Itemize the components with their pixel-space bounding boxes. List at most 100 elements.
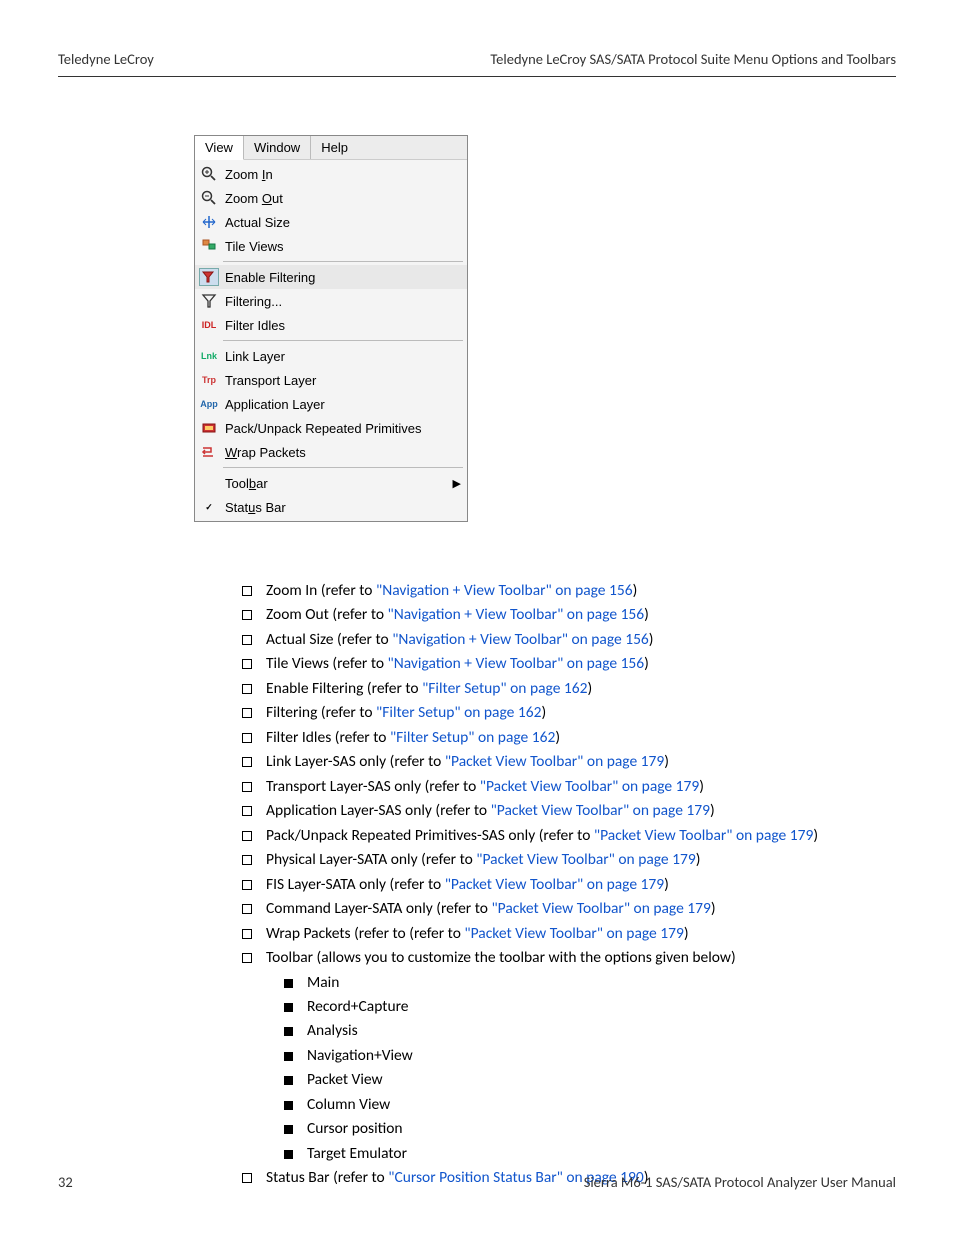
zoom-in-item[interactable]: Zoom In [195, 162, 467, 186]
wrap-packets-item[interactable]: Wrap Packets [195, 440, 467, 464]
cross-ref-link[interactable]: "Navigation + View Toolbar" on page 156 [392, 630, 649, 649]
sub-list-item: Analysis [284, 1020, 896, 1042]
pack-unpack-item[interactable]: Pack/Unpack Repeated Primitives [195, 416, 467, 440]
list-item-text: Wrap Packets (refer to (refer to "Packet… [266, 923, 896, 945]
cross-ref-link[interactable]: "Packet View Toolbar" on page 179 [594, 826, 813, 845]
list-item: Transport Layer-SAS only (refer to "Pack… [242, 776, 896, 798]
toolbar-submenu[interactable]: Toolbar▶ [195, 471, 467, 495]
cross-ref-link[interactable]: "Navigation + View Toolbar" on page 156 [388, 605, 645, 624]
filter-idles-icon: IDL [199, 316, 219, 334]
cross-ref-link[interactable]: "Packet View Toolbar" on page 179 [445, 752, 664, 771]
list-item-text: Physical Layer-SATA only (refer to "Pack… [266, 849, 896, 871]
list-item: Link Layer-SAS only (refer to "Packet Vi… [242, 751, 896, 773]
menu-tab-window[interactable]: Window [244, 136, 311, 159]
list-item-text: Zoom In (refer to "Navigation + View Too… [266, 580, 896, 602]
lnk-icon: Lnk [199, 347, 219, 365]
pack-unpack-item-label: Pack/Unpack Repeated Primitives [225, 421, 461, 436]
bullet-filled-icon [284, 1101, 293, 1110]
sub-item-text: Packet View [307, 1069, 383, 1091]
enable-filtering-icon [199, 268, 219, 286]
item-pre-text: Actual Size (refer to [266, 630, 392, 649]
cross-ref-link[interactable]: "Packet View Toolbar" on page 179 [491, 899, 710, 918]
sub-list: MainRecord+CaptureAnalysis Navigation+Vie… [284, 972, 896, 1166]
item-post-text: ) [633, 581, 638, 600]
cross-ref-link[interactable]: "Packet View Toolbar" on page 179 [476, 850, 695, 869]
cross-ref-link[interactable]: "Packet View Toolbar" on page 179 [480, 777, 699, 796]
list-item: Toolbar (allows you to customize the too… [242, 947, 896, 969]
toolbar-submenu-label: Toolbar [225, 476, 443, 491]
cross-ref-link[interactable]: "Filter Setup" on page 162 [422, 679, 587, 698]
cross-ref-link[interactable]: "Packet View Toolbar" on page 179 [464, 924, 683, 943]
enable-filtering-item[interactable]: Enable Filtering [195, 265, 467, 289]
list-item: Application Layer-SAS only (refer to "Pa… [242, 800, 896, 822]
item-pre-text: Toolbar (allows you to customize the too… [266, 948, 736, 967]
bullet-hollow-icon [242, 782, 252, 792]
link-layer-item-label: Link Layer [225, 349, 461, 364]
filtering-item[interactable]: Filtering... [195, 289, 467, 313]
item-pre-text: Command Layer-SATA only (refer to [266, 899, 491, 918]
sub-list-item: Main [284, 972, 896, 994]
list-item-text: Command Layer-SATA only (refer to "Packe… [266, 898, 896, 920]
zoom-out-icon [199, 189, 219, 207]
filter-idles-item-label: Filter Idles [225, 318, 461, 333]
sub-list-item: Record+Capture [284, 996, 896, 1018]
menu-tab-help[interactable]: Help [311, 136, 358, 159]
blank-icon [199, 474, 219, 492]
list-item-text: Filtering (refer to "Filter Setup" on pa… [266, 702, 896, 724]
item-post-text: ) [555, 728, 560, 747]
list-item: Actual Size (refer to "Navigation + View… [242, 629, 896, 651]
list-item: Command Layer-SATA only (refer to "Packe… [242, 898, 896, 920]
enable-filtering-item-label: Enable Filtering [225, 270, 461, 285]
sub-item-text: Navigation+View [307, 1045, 413, 1067]
wrap-icon [199, 443, 219, 461]
sub-item-text: Cursor position [307, 1118, 403, 1140]
bullet-hollow-icon [242, 659, 252, 669]
cross-ref-link[interactable]: "Filter Setup" on page 162 [390, 728, 555, 747]
item-post-text: ) [699, 777, 704, 796]
list-item: FIS Layer-SATA only (refer to "Packet Vi… [242, 874, 896, 896]
transport-layer-item[interactable]: TrpTransport Layer [195, 368, 467, 392]
item-pre-text: Wrap Packets (refer to (refer to [266, 924, 464, 943]
list-item-text: Application Layer-SAS only (refer to "Pa… [266, 800, 896, 822]
sub-list-item: Target Emulator [284, 1143, 896, 1165]
item-pre-text: Pack/Unpack Repeated Primitives-SAS only… [266, 826, 594, 845]
item-post-text: ) [649, 630, 654, 649]
bullet-filled-icon [284, 1052, 293, 1061]
item-pre-text: Transport Layer-SAS only (refer to [266, 777, 480, 796]
zoom-out-item[interactable]: Zoom Out [195, 186, 467, 210]
cross-ref-link[interactable]: "Packet View Toolbar" on page 179 [491, 801, 710, 820]
list-item-text: Toolbar (allows you to customize the too… [266, 947, 896, 969]
status-bar-item[interactable]: ✓Status Bar [195, 495, 467, 519]
cross-ref-link[interactable]: "Navigation + View Toolbar" on page 156 [376, 581, 633, 600]
list-item: Zoom Out (refer to "Navigation + View To… [242, 604, 896, 626]
item-pre-text: Zoom Out (refer to [266, 605, 388, 624]
page-header: Teledyne LeCroy Teledyne LeCroy SAS/SATA… [0, 0, 954, 76]
bullet-filled-icon [284, 1150, 293, 1159]
sub-item-text: Column View [307, 1094, 390, 1116]
list-item-text: Filter Idles (refer to "Filter Setup" on… [266, 727, 896, 749]
bullet-hollow-icon [242, 929, 252, 939]
link-layer-item[interactable]: Lnk Link Layer [195, 344, 467, 368]
cross-ref-link[interactable]: "Packet View Toolbar" on page 179 [445, 875, 664, 894]
cross-ref-link[interactable]: "Navigation + View Toolbar" on page 156 [388, 654, 645, 673]
actual-size-item[interactable]: Actual Size [195, 210, 467, 234]
list-item: Physical Layer-SATA only (refer to "Pack… [242, 849, 896, 871]
filtering-item-label: Filtering... [225, 294, 461, 309]
trp-icon: Trp [199, 371, 219, 389]
filter-idles-item[interactable]: IDL Filter Idles [195, 313, 467, 337]
item-post-text: ) [644, 605, 649, 624]
bullet-filled-icon [284, 1076, 293, 1085]
cross-ref-link[interactable]: "Filter Setup" on page 162 [376, 703, 541, 722]
content-list: Zoom In (refer to "Navigation + View Too… [242, 580, 896, 1192]
item-post-text: ) [696, 850, 701, 869]
app-icon: App [199, 395, 219, 413]
pack-icon [199, 419, 219, 437]
wrap-packets-item-label: Wrap Packets [225, 445, 461, 460]
item-post-text: ) [711, 899, 716, 918]
bullet-hollow-icon [242, 757, 252, 767]
menu-tab-view[interactable]: View [195, 136, 244, 160]
check-icon: ✓ [199, 498, 219, 516]
sub-item-text: Analysis [307, 1020, 358, 1042]
tile-views-item[interactable]: Tile Views [195, 234, 467, 258]
application-layer-item[interactable]: AppApplication Layer [195, 392, 467, 416]
